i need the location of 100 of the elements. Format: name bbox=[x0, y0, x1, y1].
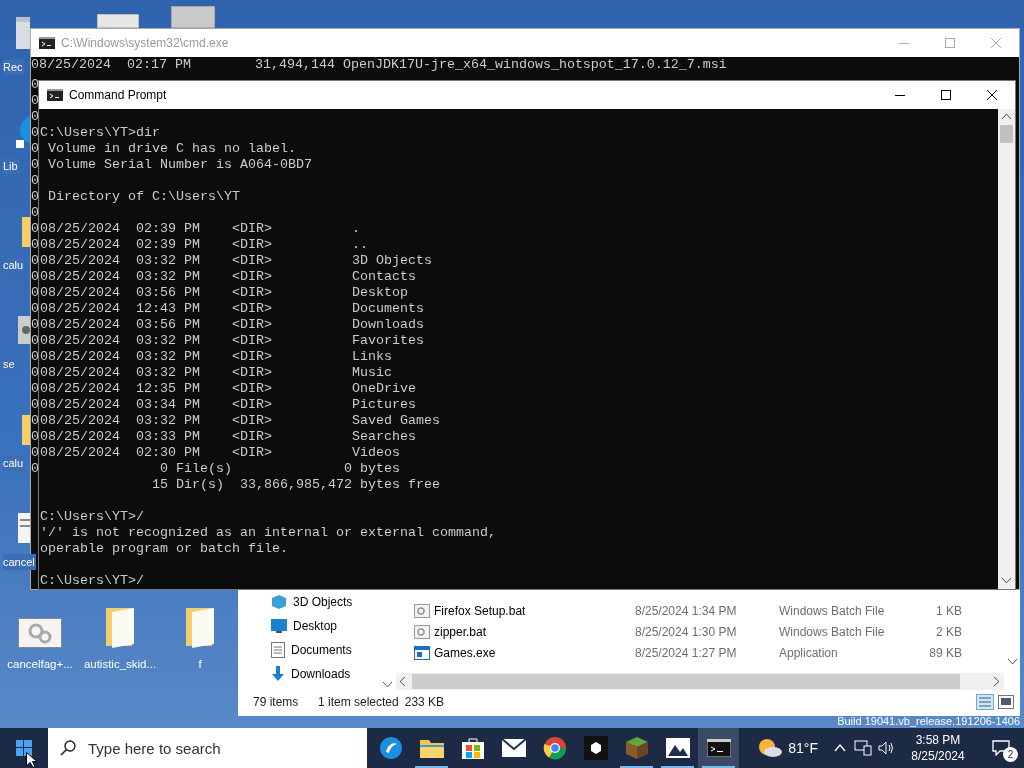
console-char: 0 bbox=[31, 269, 39, 285]
application-icon bbox=[414, 645, 430, 660]
scroll-thumb[interactable] bbox=[412, 674, 960, 689]
console-line: 08/25/2024 12:35 PM <DIR> OneDrive bbox=[40, 381, 417, 397]
running-indicator bbox=[661, 766, 694, 768]
scroll-thumb[interactable] bbox=[1000, 125, 1013, 143]
mail-icon bbox=[501, 739, 526, 757]
console-line: 08/25/2024 03:32 PM <DIR> Contacts bbox=[40, 269, 417, 285]
gears-icon bbox=[18, 618, 62, 648]
file-size: 89 KB bbox=[928, 644, 962, 662]
circle-icon bbox=[378, 736, 403, 760]
scroll-down-icon bbox=[383, 682, 392, 688]
folder-icon bbox=[419, 738, 444, 758]
scroll-left-icon bbox=[400, 677, 406, 686]
weather-button[interactable]: 81°F bbox=[754, 728, 822, 768]
document-icon bbox=[18, 513, 30, 543]
console-char: 0 bbox=[31, 445, 39, 461]
circle-icon bbox=[16, 116, 30, 148]
desktop-icon-label: cancelfag+... bbox=[7, 657, 73, 672]
desktop-icon-label: se bbox=[3, 356, 16, 372]
nav-item[interactable]: Documents bbox=[271, 638, 379, 662]
scroll-right-icon bbox=[994, 677, 1000, 686]
vertical-scrollbar[interactable] bbox=[998, 109, 1015, 589]
running-indicator bbox=[415, 766, 448, 768]
console-char: 0 bbox=[31, 397, 39, 413]
horizontal-scrollbar[interactable] bbox=[396, 673, 1004, 690]
scroll-down-icon bbox=[1007, 659, 1017, 665]
close-icon bbox=[991, 38, 1001, 48]
console-line: C:\Users\YT>/ bbox=[40, 509, 145, 525]
terminal-icon bbox=[39, 37, 55, 49]
gears-file-icon bbox=[414, 603, 430, 618]
sun-cloud-icon bbox=[758, 738, 783, 758]
console-line: 08/25/2024 03:32 PM <DIR> Music bbox=[40, 365, 393, 381]
nav-item[interactable]: Downloads bbox=[271, 662, 379, 686]
console-char: 0 bbox=[31, 461, 39, 477]
console-line: C:\Users\YT>/ bbox=[40, 573, 145, 589]
build-text: Build 19041.vb_release.191206-1406 bbox=[837, 714, 1020, 729]
console-line: operable program or batch file. bbox=[40, 541, 289, 557]
gears-file-icon bbox=[414, 624, 430, 639]
console-char: 0 bbox=[31, 157, 39, 173]
chevron-up-icon[interactable] bbox=[834, 744, 846, 752]
console-line: 08/25/2024 12:43 PM <DIR> Documents bbox=[40, 301, 425, 317]
console-char: 0 bbox=[31, 109, 39, 125]
scroll-down-icon bbox=[1002, 578, 1011, 584]
console-char: 0 bbox=[31, 301, 39, 317]
console-char: 0 bbox=[31, 237, 39, 253]
desktop-icon-label: cancel bbox=[3, 554, 36, 570]
console-line: 08/25/2024 03:32 PM <DIR> Links bbox=[40, 349, 393, 365]
file-type: Windows Batch File bbox=[779, 623, 886, 641]
browser-icon bbox=[542, 736, 567, 760]
window-title: C:\Windows\system32\cmd.exe bbox=[61, 35, 229, 52]
file-name: zipper.bat bbox=[434, 623, 487, 641]
desktop-icon-label: autistic_skid... bbox=[83, 657, 157, 672]
nav-item[interactable]: 3D Objects bbox=[271, 590, 379, 614]
minimize-icon bbox=[895, 94, 905, 96]
console-char: 0 bbox=[31, 317, 39, 333]
network-icon[interactable] bbox=[854, 740, 872, 756]
console-line: 15 Dir(s) 33,866,985,472 bytes free bbox=[150, 477, 441, 493]
volume-icon[interactable] bbox=[878, 741, 894, 755]
terminal-icon bbox=[706, 739, 731, 757]
status-size: 233 KB bbox=[404, 694, 445, 711]
desktop-icon-label: calu bbox=[3, 455, 25, 471]
console-char: 0 bbox=[31, 365, 39, 381]
console-char: 0 bbox=[31, 221, 39, 237]
file-date: 8/25/2024 1:34 PM bbox=[635, 602, 738, 620]
thumbnail-view-icon[interactable] bbox=[998, 695, 1014, 709]
folder-icon bbox=[184, 606, 216, 648]
console-char: 0 bbox=[31, 333, 39, 349]
console-char: 0 bbox=[31, 413, 39, 429]
console-line: 08/25/2024 03:32 PM <DIR> Favorites bbox=[40, 333, 425, 349]
notification-count: 2 bbox=[1003, 747, 1018, 762]
grass-block-icon bbox=[624, 736, 649, 760]
file-size: 1 KB bbox=[935, 602, 962, 620]
notification-button[interactable]: 2 bbox=[978, 728, 1024, 768]
desktop-shortcut[interactable]: cancelfag+... bbox=[2, 602, 78, 674]
cube-icon bbox=[271, 594, 287, 610]
console-line: Volume Serial Number is A064-0BD7 bbox=[47, 157, 313, 173]
status-item-count: 79 items bbox=[253, 694, 300, 711]
nav-item[interactable]: Desktop bbox=[271, 614, 379, 638]
console-line: 08/25/2024 02:39 PM <DIR> . bbox=[40, 221, 361, 237]
console-char: 0 bbox=[31, 381, 39, 397]
photo-icon bbox=[665, 738, 690, 758]
chat-bubble-icon bbox=[992, 740, 1010, 756]
document-icon bbox=[271, 642, 285, 658]
console-line: 08/25/2024 03:32 PM <DIR> 3D Objects bbox=[40, 253, 433, 269]
clock[interactable]: 3:58 PM 8/25/2024 bbox=[898, 732, 978, 764]
taskbar-app-button[interactable] bbox=[698, 728, 739, 768]
windows-logo-icon bbox=[16, 740, 32, 756]
file-name: Firefox Setup.bat bbox=[434, 602, 526, 620]
desktop-shortcut[interactable]: autistic_skid... bbox=[82, 602, 158, 674]
console-line: 08/25/2024 03:34 PM <DIR> Pictures bbox=[40, 397, 417, 413]
console-char: 0 bbox=[31, 253, 39, 269]
folder-icon bbox=[22, 215, 30, 247]
desktop-shortcut[interactable]: f bbox=[162, 602, 238, 674]
file-date: 8/25/2024 1:27 PM bbox=[635, 644, 738, 662]
search-field[interactable]: Type here to search bbox=[48, 728, 367, 768]
desktop-icon-label: Rec bbox=[3, 59, 24, 75]
console-line: 08/25/2024 03:33 PM <DIR> Searches bbox=[40, 429, 417, 445]
close-icon bbox=[987, 90, 997, 100]
folder-icon bbox=[104, 606, 136, 648]
